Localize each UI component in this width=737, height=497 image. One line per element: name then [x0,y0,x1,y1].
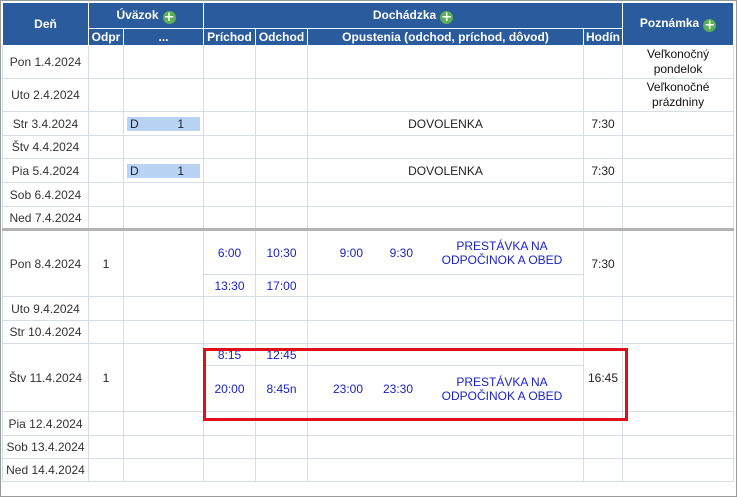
absence-bar: D1 [127,163,200,178]
hours-cell: 7:30 [582,158,624,183]
table-row[interactable]: Uto 9.4.2024 [2,296,735,321]
header-uvazok: Úväzok + [88,2,204,29]
day-cell: Ned 14.4.2024 [2,458,89,482]
leave-entry[interactable]: 9:00 9:30 PRESTÁVKA NA ODPOČINOK A OBED [307,228,584,275]
departure-time[interactable]: 10:30 [255,228,308,275]
table-row[interactable]: Uto 2.4.2024 Veľkonočné prázdniny [2,78,735,112]
note-cell: Veľkonočné prázdniny [622,78,735,112]
table-row[interactable]: Pia 5.4.2024 D1 DOVOLENKA 7:30 [2,158,735,183]
odpr-cell: 1 [88,343,124,412]
arrival-time[interactable]: 20:00 [203,365,256,412]
arrival-time[interactable]: 13:30 [203,274,256,297]
departure-time[interactable]: 17:00 [255,274,308,297]
arrival-time[interactable]: 8:15 [203,343,256,366]
header-dots: ... [123,28,204,46]
hours-cell: 7:30 [582,111,624,136]
header-opustenia: Opustenia (odchod, príchod, dôvod) [307,28,584,46]
table-row[interactable]: Štv 4.4.2024 [2,135,735,159]
hours-cell: 7:30 [582,228,624,297]
day-cell: Uto 9.4.2024 [2,296,89,321]
table-row[interactable]: Štv 11.4.2024 1 8:15 12:45 16:45 [2,343,735,412]
header-den: Deň [2,2,89,46]
table-row[interactable]: Str 10.4.2024 [2,320,735,344]
hours-cell: 16:45 [582,343,624,412]
absence-bar: D1 [127,116,200,131]
table-row[interactable]: Ned 7.4.2024 [2,206,735,230]
header-odpr: Odpr [88,28,124,46]
day-cell: Pia 5.4.2024 [2,158,89,183]
leave-entry[interactable]: 23:00 23:30 PRESTÁVKA NA ODPOČINOK A OBE… [307,365,584,412]
add-uvazok-icon[interactable]: + [162,10,176,24]
day-cell: Uto 2.4.2024 [2,78,89,112]
day-cell: Ned 7.4.2024 [2,206,89,230]
day-cell: Sob 6.4.2024 [2,182,89,207]
absence-code-cell: D1 [123,111,204,136]
day-cell: Pon 8.4.2024 [2,228,89,297]
arrival-time[interactable]: 6:00 [203,228,256,275]
table-row[interactable]: Pon 1.4.2024 Veľkonočný pondelok [2,45,735,79]
header-poznamka: Poznámka + [622,2,735,46]
day-cell: Štv 11.4.2024 [2,343,89,412]
header-dochadzka: Dochádzka + [202,2,624,29]
absence-label: DOVOLENKA [307,111,584,136]
note-cell: Veľkonočný pondelok [622,45,735,79]
absence-code-cell: D1 [123,158,204,183]
header-hodin: Hodín [582,28,624,46]
header-odchod: Odchod [255,28,308,46]
table-row[interactable]: Pon 8.4.2024 1 6:00 10:30 9:00 9:30 PRES… [2,228,735,297]
header-prichod: Príchod [203,28,256,46]
day-cell: Str 3.4.2024 [2,111,89,136]
odpr-cell: 1 [88,228,124,297]
table-row[interactable]: Sob 13.4.2024 [2,435,735,459]
day-cell: Štv 4.4.2024 [2,135,89,159]
attendance-table: Deň Úväzok + Dochádzka + Poznámka + Odpr ..… [2,2,735,482]
table-row[interactable]: Str 3.4.2024 D1 DOVOLENKA 7:30 [2,111,735,136]
departure-time[interactable]: 8:45n [255,365,308,412]
table-row[interactable]: Sob 6.4.2024 [2,182,735,207]
day-cell: Sob 13.4.2024 [2,435,89,459]
day-cell: Str 10.4.2024 [2,320,89,344]
absence-label: DOVOLENKA [307,158,584,183]
add-dochadzka-icon[interactable]: + [440,10,454,24]
table-row[interactable]: Pia 12.4.2024 [2,411,735,436]
day-cell: Pia 12.4.2024 [2,411,89,436]
day-cell: Pon 1.4.2024 [2,45,89,79]
table-row[interactable]: Ned 14.4.2024 [2,458,735,482]
add-poznamka-icon[interactable]: + [703,19,717,32]
departure-time[interactable]: 12:45 [255,343,308,366]
